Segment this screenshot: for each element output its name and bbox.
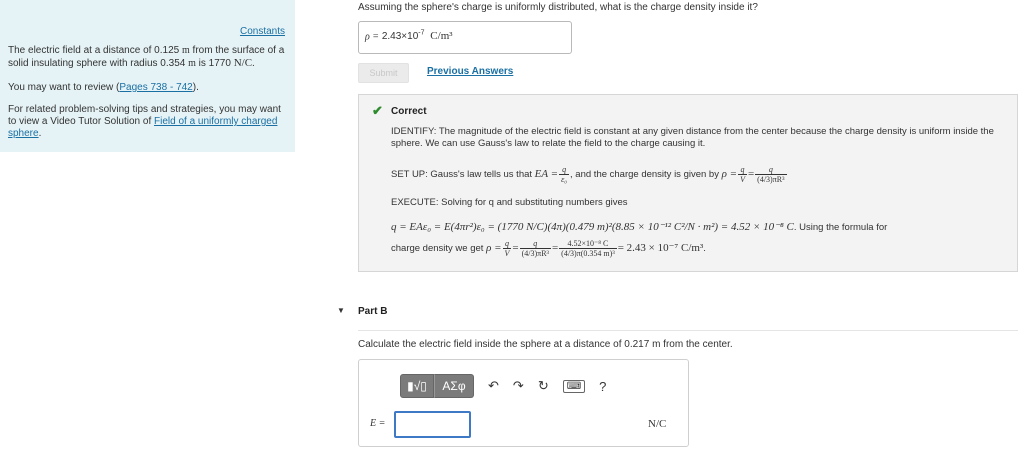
part-b-question: Calculate the electric field inside the … [358,339,733,350]
correct-title: Correct [391,106,427,117]
templates-button[interactable]: ▮√▯ [400,374,434,398]
review-pages-text: You may want to review (Pages 738 - 742)… [8,82,199,93]
identify-text: IDENTIFY: The magnitude of the electric … [391,126,994,149]
math-toolbar: ▮√▯ ΑΣφ ↶ ↷ ↻ ⌨ ? [400,374,606,398]
divider [358,330,1018,331]
keyboard-icon[interactable]: ⌨ [562,379,586,393]
redo-icon[interactable]: ↷ [513,378,524,394]
video-tutor-text: For related problem-solving tips and str… [8,104,281,139]
execute-text: EXECUTE: Solving for q and substituting … [391,197,628,208]
equation-charge: q = EAε₀ = E(4πr²)ε₀ = (1770 N/C)(4π)(0.… [391,221,888,233]
answer-value: 2.43×10-7 [381,30,425,43]
setup-text: SET UP: Gauss's law tells us that EA = q ε… [391,165,787,184]
answer-input-panel: ▮√▯ ΑΣφ ↶ ↷ ↻ ⌨ ? E = N/C [358,359,689,447]
checkmark-icon: ✔ [372,103,383,118]
problem-intro-panel: Constants The electric field at a distan… [0,0,295,152]
previous-answers-link[interactable]: Previous Answers [427,66,513,77]
constants-link[interactable]: Constants [240,26,285,37]
part-a-question: Assuming the sphere's charge is uniforml… [358,2,758,13]
submit-button[interactable]: Submit [358,63,409,83]
unit-label: N/C [648,418,667,430]
answer-display-box: ρ = 2.43×10-7 C/m³ [358,21,572,54]
correct-feedback-box: ✔ Correct IDENTIFY: The magnitude of the… [358,94,1018,272]
e-label: E = [370,418,386,429]
review-pages-link[interactable]: Pages 738 - 742 [119,82,192,93]
equation-density: charge density we get ρ = q V = q (4/3)πR³ = 4.… [391,239,706,258]
symbols-button[interactable]: ΑΣφ [434,374,474,398]
part-b-label[interactable]: Part B [358,306,387,317]
help-icon[interactable]: ? [599,379,606,394]
answer-symbol: ρ = [365,31,380,43]
reset-icon[interactable]: ↻ [538,378,549,394]
undo-icon[interactable]: ↶ [488,378,499,394]
electric-field-input[interactable] [394,411,471,438]
collapse-arrow-icon[interactable]: ▼ [337,306,345,315]
problem-statement: The electric field at a distance of 0.12… [8,45,285,69]
answer-unit: C/m³ [430,30,453,43]
